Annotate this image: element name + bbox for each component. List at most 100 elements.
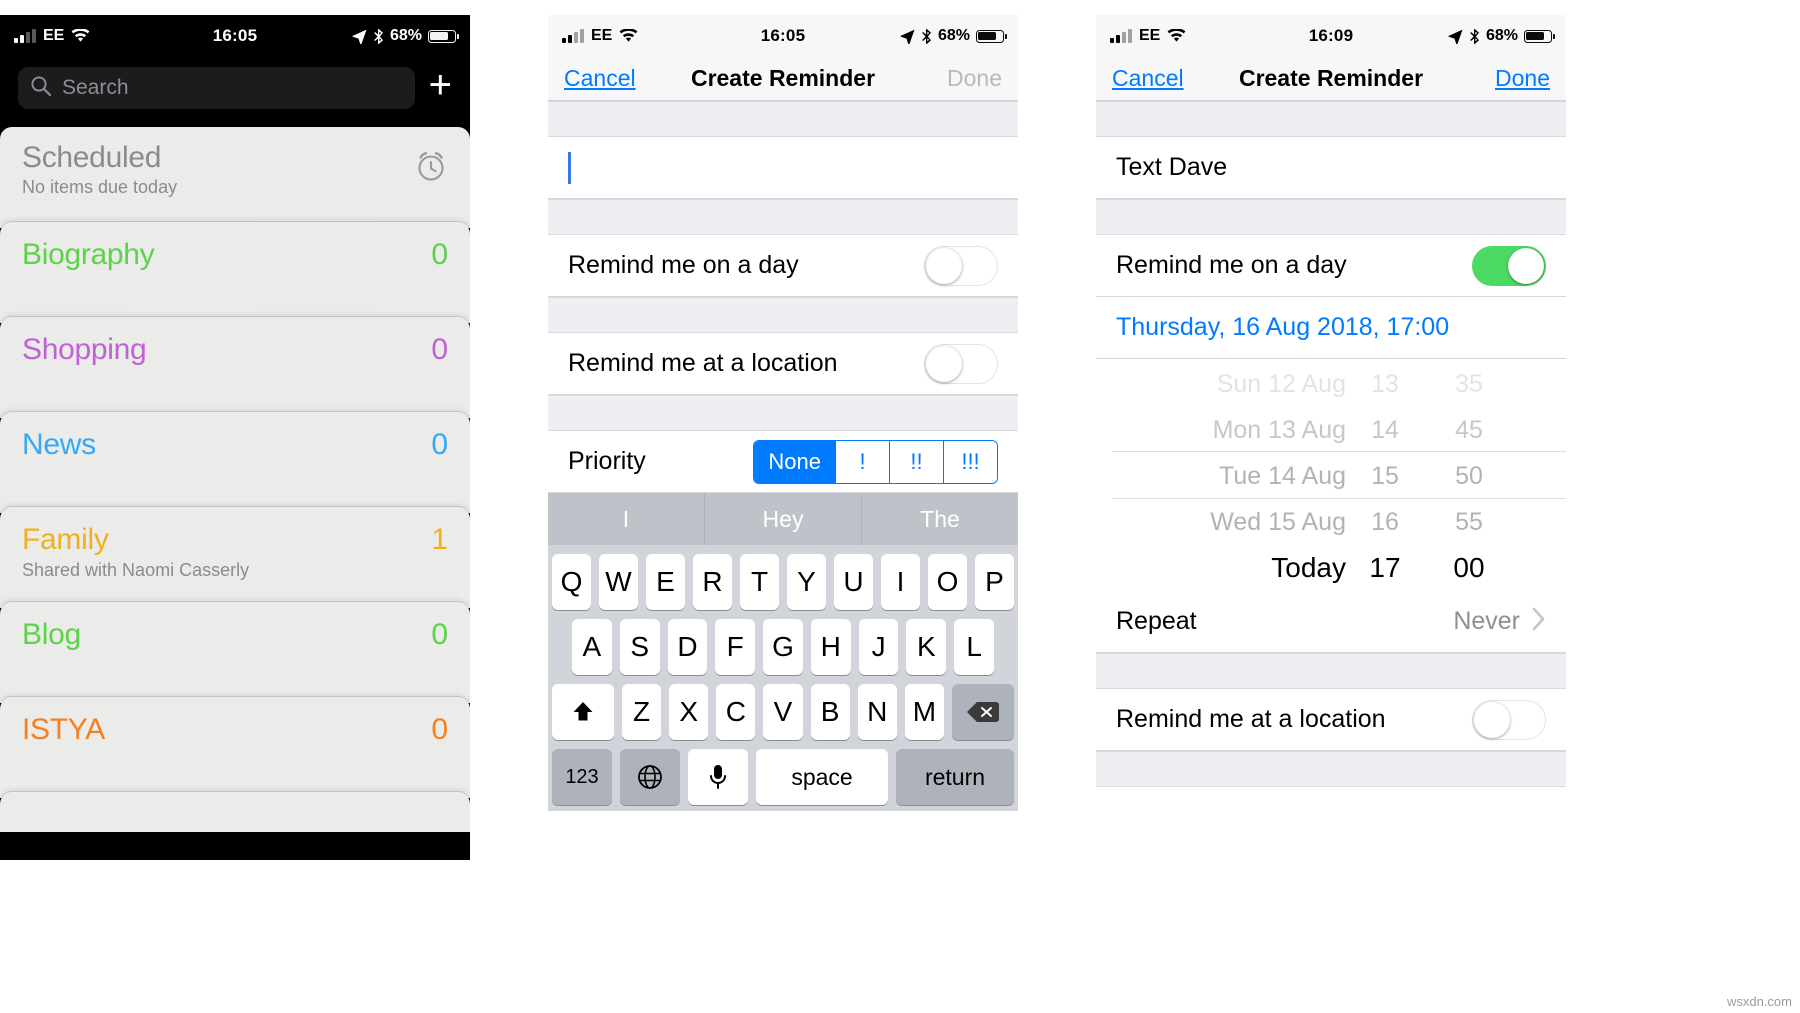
text-cursor	[568, 151, 571, 184]
key-w[interactable]: W	[599, 554, 638, 610]
key-v[interactable]: V	[763, 684, 803, 740]
add-list-button[interactable]: +	[429, 65, 452, 111]
key-q[interactable]: Q	[552, 554, 591, 610]
list-item[interactable]: Biography 0	[0, 222, 470, 323]
picker-day-selected[interactable]: Today	[1271, 545, 1346, 591]
picker-minute-item[interactable]: 45	[1455, 407, 1483, 453]
priority-option-none[interactable]: None	[754, 440, 835, 483]
key-f[interactable]: F	[715, 619, 756, 675]
picker-column-hours[interactable]: 13 14 15 16 17 18 19 20 21	[1346, 361, 1424, 591]
picker-minute-item[interactable]: 35	[1455, 361, 1483, 407]
date-value-row[interactable]: Thursday, 16 Aug 2018, 17:00	[1096, 297, 1566, 359]
screenshot-stage: EE 16:05 68% Search + Scheduled No items…	[0, 0, 1800, 1013]
priority-segmented-control[interactable]: None ! !! !!!	[753, 439, 998, 484]
key-l[interactable]: L	[954, 619, 995, 675]
status-bar-left: EE	[1110, 27, 1186, 45]
prediction-3[interactable]: The	[861, 493, 1018, 545]
key-z[interactable]: Z	[622, 684, 662, 740]
picker-day-item[interactable]: Wed 15 Aug	[1210, 499, 1346, 545]
list-item-partial[interactable]	[0, 792, 470, 832]
remind-on-day-toggle[interactable]	[1472, 245, 1546, 286]
scheduled-card[interactable]: Scheduled No items due today	[0, 127, 470, 228]
shift-up-arrow-icon[interactable]	[552, 684, 614, 740]
key-x[interactable]: X	[669, 684, 709, 740]
microphone-icon[interactable]	[688, 749, 748, 805]
key-h[interactable]: H	[810, 619, 851, 675]
list-item[interactable]: News 0	[0, 412, 470, 513]
key-s[interactable]: S	[619, 619, 660, 675]
globe-emoji-icon[interactable]	[620, 749, 680, 805]
key-r[interactable]: R	[693, 554, 732, 610]
remind-on-day-row[interactable]: Remind me on a day	[1096, 235, 1566, 297]
key-c[interactable]: C	[716, 684, 756, 740]
key-k[interactable]: K	[906, 619, 947, 675]
key-y[interactable]: Y	[787, 554, 826, 610]
numbers-key[interactable]: 123	[552, 749, 612, 805]
key-u[interactable]: U	[834, 554, 873, 610]
cancel-button[interactable]: Cancel	[1112, 65, 1184, 92]
remind-on-day-row[interactable]: Remind me on a day	[548, 235, 1018, 297]
watermark: wsxdn.com	[1726, 994, 1792, 1009]
picker-day-item[interactable]: Mon 13 Aug	[1213, 407, 1346, 453]
priority-option-low[interactable]: !	[835, 440, 889, 483]
picker-day-item[interactable]: Tue 14 Aug	[1219, 453, 1346, 499]
picker-minute-selected[interactable]: 00	[1453, 545, 1484, 591]
key-n[interactable]: N	[857, 684, 897, 740]
picker-minute-item[interactable]: 55	[1455, 499, 1483, 545]
done-button[interactable]: Done	[1495, 65, 1550, 92]
picker-hour-item[interactable]: 15	[1371, 453, 1399, 499]
remind-at-location-row[interactable]: Remind me at a location	[1096, 689, 1566, 751]
reminder-title-input[interactable]	[548, 137, 1018, 199]
priority-option-high[interactable]: !!!	[943, 440, 997, 483]
prediction-1[interactable]: I	[548, 493, 704, 545]
list-item[interactable]: Family Shared with Naomi Casserly 1	[0, 507, 470, 608]
remind-at-location-toggle[interactable]	[924, 343, 998, 384]
cancel-button[interactable]: Cancel	[564, 65, 636, 92]
prediction-2[interactable]: Hey	[704, 493, 861, 545]
priority-row: Priority None ! !! !!!	[548, 431, 1018, 493]
picker-hour-item[interactable]: 16	[1371, 499, 1399, 545]
key-o[interactable]: O	[928, 554, 967, 610]
cellular-signal-icon	[562, 28, 584, 43]
key-j[interactable]: J	[858, 619, 899, 675]
battery-percent-label: 68%	[389, 27, 422, 44]
reminder-title-input[interactable]: Text Dave	[1096, 137, 1566, 199]
key-d[interactable]: D	[667, 619, 708, 675]
picker-column-days[interactable]: Sun 12 Aug Mon 13 Aug Tue 14 Aug Wed 15 …	[1096, 361, 1346, 591]
picker-hour-item[interactable]: 13	[1371, 361, 1399, 407]
picker-minute-item[interactable]: 50	[1455, 453, 1483, 499]
list-count: 0	[431, 238, 448, 271]
repeat-row[interactable]: Repeat Never	[1096, 591, 1566, 653]
key-b[interactable]: B	[810, 684, 850, 740]
battery-icon	[428, 29, 459, 43]
list-item[interactable]: ISTYA 0	[0, 697, 470, 798]
remind-on-day-toggle[interactable]	[924, 245, 998, 286]
priority-option-medium[interactable]: !!	[889, 440, 943, 483]
list-count: 1	[431, 523, 448, 556]
picker-day-item[interactable]: Sun 12 Aug	[1217, 361, 1346, 407]
space-key[interactable]: space	[756, 749, 888, 805]
phone-panel-create-reminder-filled: EE 16:09 68% Cancel Create Reminder Done	[1096, 15, 1566, 860]
picker-hour-item[interactable]: 14	[1371, 407, 1399, 453]
list-item[interactable]: Blog 0	[0, 602, 470, 703]
remind-at-location-toggle[interactable]	[1472, 699, 1546, 740]
key-m[interactable]: M	[904, 684, 944, 740]
date-time-picker[interactable]: Sun 12 Aug Mon 13 Aug Tue 14 Aug Wed 15 …	[1096, 359, 1566, 591]
done-button[interactable]: Done	[947, 65, 1002, 92]
key-g[interactable]: G	[763, 619, 803, 675]
section-gap	[548, 101, 1018, 137]
key-p[interactable]: P	[975, 554, 1014, 610]
key-a[interactable]: A	[571, 619, 612, 675]
key-t[interactable]: T	[740, 554, 779, 610]
return-key[interactable]: return	[896, 749, 1014, 805]
cellular-signal-icon	[1110, 28, 1132, 43]
remind-at-location-row[interactable]: Remind me at a location	[548, 333, 1018, 395]
backspace-delete-icon[interactable]	[951, 684, 1014, 740]
search-input[interactable]: Search	[18, 67, 415, 109]
key-e[interactable]: E	[646, 554, 685, 610]
key-i[interactable]: I	[881, 554, 920, 610]
picker-hour-selected[interactable]: 17	[1369, 545, 1400, 591]
list-item[interactable]: Shopping 0	[0, 317, 470, 418]
picker-column-minutes[interactable]: 35 45 50 55 00 05 10 15 20	[1424, 361, 1514, 591]
battery-icon	[1524, 29, 1555, 43]
